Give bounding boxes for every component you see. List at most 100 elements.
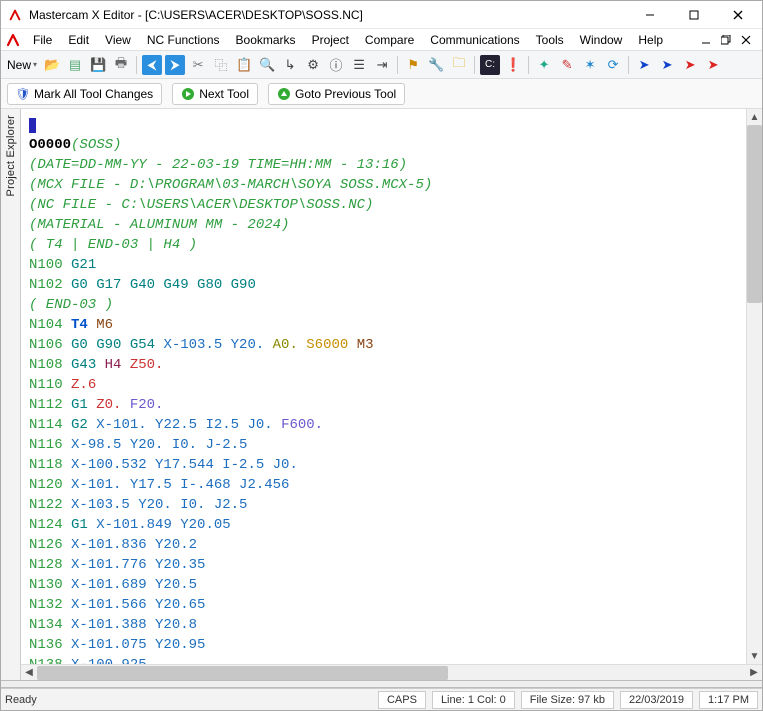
paste-icon[interactable]: 📋	[234, 55, 254, 75]
code-editor[interactable]: O0000(SOSS)(DATE=DD-MM-YY - 22-03-19 TIM…	[21, 109, 746, 664]
menu-edit[interactable]: Edit	[60, 31, 97, 49]
code-line: N106 G0 G90 G54 X-103.5 Y20. A0. S6000 M…	[29, 335, 738, 355]
vertical-scroll-thumb[interactable]	[747, 125, 762, 303]
nav-prev-icon[interactable]: ⮜	[142, 55, 162, 75]
arrow-blue2-icon[interactable]: ➤	[657, 55, 677, 75]
scroll-down-icon[interactable]: ▼	[747, 648, 762, 664]
nav-next-icon[interactable]: ⮞	[165, 55, 185, 75]
status-linecol: Line: 1 Col: 0	[432, 691, 515, 709]
menu-project[interactable]: Project	[304, 31, 357, 49]
menu-tools[interactable]: Tools	[528, 31, 572, 49]
indent-icon[interactable]: ⇥	[372, 55, 392, 75]
warning-icon[interactable]: ❗	[503, 55, 523, 75]
menu-communications[interactable]: Communications	[422, 31, 527, 49]
list-icon[interactable]: ☰	[349, 55, 369, 75]
status-date: 22/03/2019	[620, 691, 693, 709]
menu-window[interactable]: Window	[572, 31, 631, 49]
code-line: N110 Z.6	[29, 375, 738, 395]
status-ready: Ready	[5, 694, 37, 706]
editor-wrap: O0000(SOSS)(DATE=DD-MM-YY - 22-03-19 TIM…	[21, 109, 762, 680]
statusbar: Ready CAPS Line: 1 Col: 0 File Size: 97 …	[1, 688, 762, 710]
code-line: ( END-03 )	[29, 295, 738, 315]
compass-icon[interactable]: ✦	[534, 55, 554, 75]
app-icon-small	[5, 32, 21, 48]
code-line: N112 G1 Z0. F20.	[29, 395, 738, 415]
properties-icon[interactable]: ▤	[65, 55, 85, 75]
main-toolbar: New 📂 ▤ 💾 🖶 ⮜ ⮞ ✂ ⿻ 📋 🔍 ↳ ⚙ ⓘ ☰ ⇥ ⚑ 🔧 🗀 …	[1, 51, 762, 79]
next-tool-button[interactable]: Next Tool	[172, 83, 258, 105]
app-icon	[7, 7, 23, 23]
mdi-restore-button[interactable]	[718, 33, 734, 47]
code-line: N120 X-101. Y17.5 I-.468 J2.456	[29, 475, 738, 495]
scroll-up-icon[interactable]: ▲	[747, 109, 762, 125]
vertical-scrollbar[interactable]: ▲ ▼	[746, 109, 762, 664]
arrow-red2-icon[interactable]: ➤	[703, 55, 723, 75]
flag-icon[interactable]: ⚑	[403, 55, 423, 75]
terminal-icon[interactable]: C:	[480, 55, 500, 75]
horizontal-scrollbar[interactable]: ◀ ▶	[21, 664, 762, 680]
splitter-bar[interactable]	[1, 680, 762, 688]
status-time: 1:17 PM	[699, 691, 758, 709]
tool-actions-bar: 🛡 Mark All Tool Changes Next Tool Goto P…	[1, 79, 762, 109]
minimize-button[interactable]	[628, 2, 672, 28]
code-line: N126 X-101.836 Y20.2	[29, 535, 738, 555]
goto-previous-tool-label: Goto Previous Tool	[295, 87, 396, 101]
cut-icon[interactable]: ✂	[188, 55, 208, 75]
print-icon[interactable]: 🖶	[111, 55, 131, 75]
menu-help[interactable]: Help	[630, 31, 671, 49]
folder2-icon[interactable]: 🗀	[449, 55, 469, 75]
code-line: (MATERIAL - ALUMINUM MM - 2024)	[29, 215, 738, 235]
menu-view[interactable]: View	[97, 31, 139, 49]
mdi-close-button[interactable]	[738, 33, 754, 47]
open-icon[interactable]: 📂	[42, 55, 62, 75]
code-line: (DATE=DD-MM-YY - 22-03-19 TIME=HH:MM - 1…	[29, 155, 738, 175]
code-line: N124 G1 X-101.849 Y20.05	[29, 515, 738, 535]
code-line: (MCX FILE - D:\PROGRAM\03-MARCH\SOYA SOS…	[29, 175, 738, 195]
code-line: N122 X-103.5 Y20. I0. J2.5	[29, 495, 738, 515]
menu-file[interactable]: File	[25, 31, 60, 49]
func1-icon[interactable]: ⓘ	[326, 55, 346, 75]
code-line: N118 X-100.532 Y17.544 I-2.5 J0.	[29, 455, 738, 475]
menu-compare[interactable]: Compare	[357, 31, 422, 49]
goto-previous-tool-button[interactable]: Goto Previous Tool	[268, 83, 405, 105]
config-icon[interactable]: ⚙	[303, 55, 323, 75]
modify-icon[interactable]: ✎	[557, 55, 577, 75]
shield-icon: 🛡	[16, 87, 30, 101]
code-line: N138 X-100.925	[29, 655, 738, 664]
find-icon[interactable]: 🔍	[257, 55, 277, 75]
scroll-right-icon[interactable]: ▶	[746, 666, 762, 680]
arrow-up-circle-icon	[277, 87, 291, 101]
save-icon[interactable]: 💾	[88, 55, 108, 75]
next-tool-label: Next Tool	[199, 87, 249, 101]
mdi-minimize-button[interactable]	[698, 33, 714, 47]
new-button[interactable]: New	[5, 58, 39, 72]
copy-icon[interactable]: ⿻	[211, 55, 231, 75]
scroll-left-icon[interactable]: ◀	[21, 666, 37, 680]
menu-bookmarks[interactable]: Bookmarks	[228, 31, 304, 49]
maximize-button[interactable]	[672, 2, 716, 28]
window-title: Mastercam X Editor - [C:\USERS\ACER\DESK…	[29, 8, 628, 22]
close-button[interactable]	[716, 2, 760, 28]
code-line: N134 X-101.388 Y20.8	[29, 615, 738, 635]
star-icon[interactable]: ✶	[580, 55, 600, 75]
go-to-icon[interactable]: ↳	[280, 55, 300, 75]
code-line: N104 T4 M6	[29, 315, 738, 335]
code-line	[29, 115, 738, 135]
mark-tool-changes-button[interactable]: 🛡 Mark All Tool Changes	[7, 83, 162, 105]
arrow-red-icon[interactable]: ➤	[680, 55, 700, 75]
wrench-icon[interactable]: 🔧	[426, 55, 446, 75]
code-line: N102 G0 G17 G40 G49 G80 G90	[29, 275, 738, 295]
code-line: N108 G43 H4 Z50.	[29, 355, 738, 375]
window-controls	[628, 2, 760, 28]
code-line: N128 X-101.776 Y20.35	[29, 555, 738, 575]
menu-nc-functions[interactable]: NC Functions	[139, 31, 228, 49]
sync-icon[interactable]: ⟳	[603, 55, 623, 75]
code-line: N132 X-101.566 Y20.65	[29, 595, 738, 615]
arrow-right-circle-icon	[181, 87, 195, 101]
horizontal-scroll-thumb[interactable]	[37, 666, 448, 680]
code-line: ( T4 | END-03 | H4 )	[29, 235, 738, 255]
arrow-blue-icon[interactable]: ➤	[634, 55, 654, 75]
project-explorer-label: Project Explorer	[5, 115, 17, 196]
project-explorer-tab[interactable]: Project Explorer	[1, 109, 21, 680]
titlebar: Mastercam X Editor - [C:\USERS\ACER\DESK…	[1, 1, 762, 29]
